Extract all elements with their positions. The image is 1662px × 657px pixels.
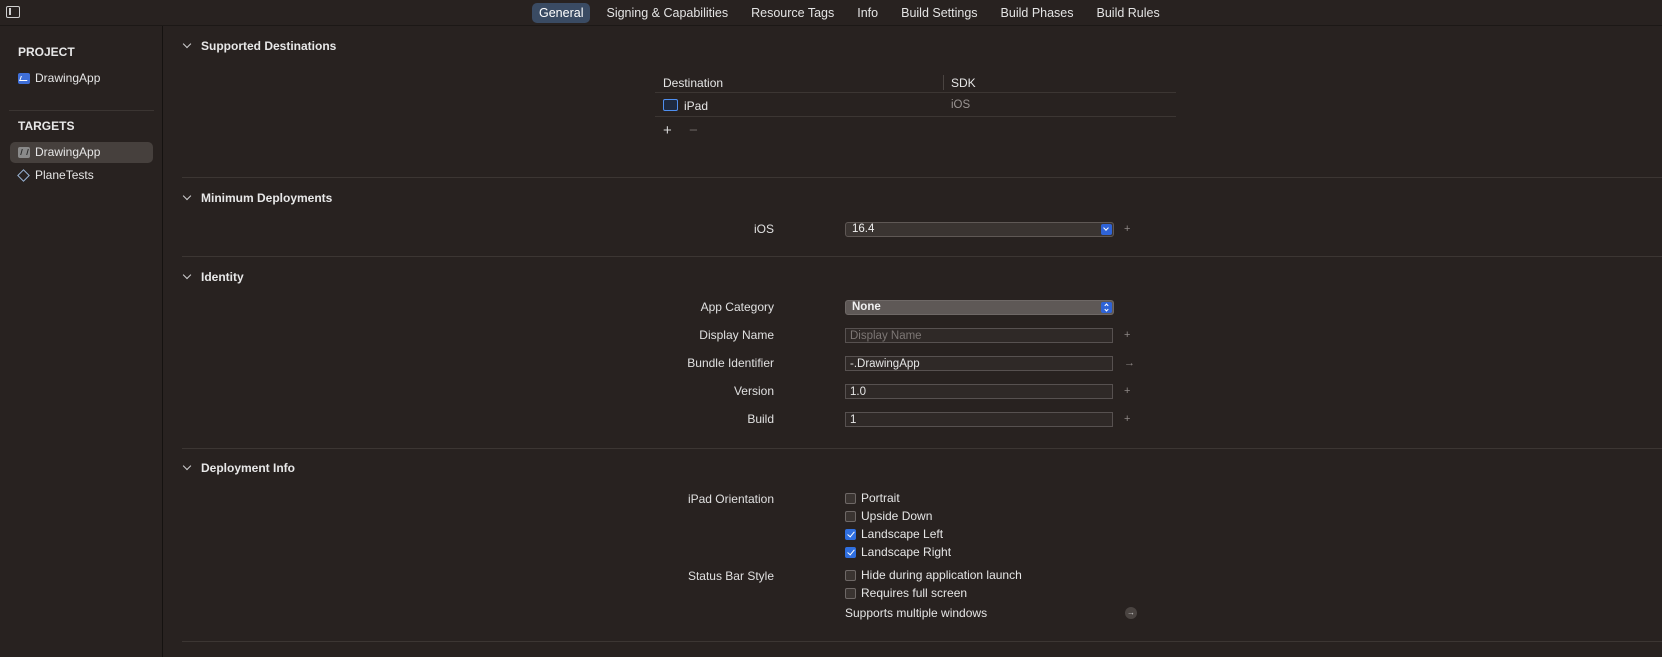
ios-label: iOS bbox=[753, 222, 774, 236]
app-target-icon bbox=[18, 147, 30, 158]
chevron-down-icon bbox=[182, 461, 192, 471]
tab-build-rules[interactable]: Build Rules bbox=[1090, 3, 1167, 23]
tab-signing-capabilities[interactable]: Signing & Capabilities bbox=[599, 3, 735, 23]
tab-info[interactable]: Info bbox=[850, 3, 885, 23]
display-name-field[interactable] bbox=[845, 328, 1113, 343]
add-destination-button[interactable]: + bbox=[663, 123, 672, 138]
checkbox[interactable] bbox=[845, 588, 856, 599]
editor-tab-bar: General Signing & Capabilities Resource … bbox=[0, 0, 1662, 26]
sdk-cell: iOS bbox=[951, 99, 971, 111]
requires-full-screen-checkbox[interactable]: Requires full screen bbox=[845, 587, 967, 601]
build-label: Build bbox=[747, 412, 774, 426]
supports-multiple-windows-label: Supports multiple windows bbox=[845, 606, 988, 620]
version-field[interactable] bbox=[845, 384, 1113, 399]
chevron-down-icon bbox=[182, 39, 192, 49]
checkbox[interactable] bbox=[845, 570, 856, 581]
section-identity[interactable]: Identity bbox=[182, 270, 244, 284]
app-category-value: None bbox=[852, 301, 881, 313]
chevron-down-icon bbox=[182, 191, 192, 201]
hide-during-launch-checkbox[interactable]: Hide during application launch bbox=[845, 569, 1022, 583]
sidebar-toggle-icon[interactable] bbox=[6, 6, 20, 18]
project-heading: PROJECT bbox=[18, 45, 75, 59]
app-category-label: App Category bbox=[700, 300, 774, 314]
sidebar-item-label: PlaneTests bbox=[35, 168, 94, 182]
add-icon[interactable]: + bbox=[1124, 413, 1130, 425]
section-title: Deployment Info bbox=[201, 461, 296, 475]
checkbox-label: Hide during application launch bbox=[861, 568, 1022, 582]
checkbox-label: Requires full screen bbox=[861, 586, 968, 600]
checkbox[interactable] bbox=[845, 529, 856, 540]
ipad-orientation-label: iPad Orientation bbox=[687, 492, 774, 506]
tab-build-phases[interactable]: Build Phases bbox=[994, 3, 1081, 23]
section-deployment-info[interactable]: Deployment Info bbox=[182, 461, 295, 475]
checkbox-label: Upside Down bbox=[861, 509, 933, 523]
targets-heading: TARGETS bbox=[18, 119, 75, 133]
project-navigator: PROJECT DrawingApp TARGETS DrawingApp Pl… bbox=[0, 26, 163, 657]
column-destination[interactable]: Destination bbox=[663, 76, 723, 90]
display-name-label: Display Name bbox=[699, 328, 774, 342]
column-divider bbox=[943, 75, 944, 90]
tab-resource-tags[interactable]: Resource Tags bbox=[744, 3, 841, 23]
checkbox-label: Portrait bbox=[861, 491, 900, 505]
sidebar-item-target-planetests[interactable]: PlaneTests bbox=[10, 165, 153, 186]
arrow-right-icon[interactable]: → bbox=[1124, 357, 1135, 369]
remove-destination-button[interactable]: − bbox=[689, 123, 698, 138]
destination-cell: iPad bbox=[684, 99, 709, 113]
test-target-icon bbox=[17, 169, 30, 182]
ios-version-value: 16.4 bbox=[852, 223, 875, 235]
chevron-down-icon[interactable] bbox=[1101, 224, 1112, 235]
checkbox[interactable] bbox=[845, 547, 856, 558]
orientation-portrait-checkbox[interactable]: Portrait bbox=[845, 492, 900, 506]
section-title: Minimum Deployments bbox=[201, 191, 333, 205]
sidebar-item-label: DrawingApp bbox=[35, 71, 101, 85]
sidebar-item-target-drawingapp[interactable]: DrawingApp bbox=[10, 142, 153, 163]
section-divider bbox=[182, 256, 1662, 257]
bundle-identifier-field[interactable] bbox=[845, 356, 1113, 371]
tab-general[interactable]: General bbox=[532, 3, 591, 23]
checkbox-label: Landscape Left bbox=[861, 527, 944, 541]
sidebar-item-label: DrawingApp bbox=[35, 145, 101, 159]
checkbox[interactable] bbox=[845, 511, 856, 522]
orientation-landscape-left-checkbox[interactable]: Landscape Left bbox=[845, 528, 943, 542]
ipad-icon bbox=[663, 99, 678, 111]
add-icon[interactable]: + bbox=[1124, 385, 1130, 397]
section-minimum-deployments[interactable]: Minimum Deployments bbox=[182, 191, 332, 205]
table-header: Destination SDK bbox=[655, 73, 1176, 93]
section-divider bbox=[182, 448, 1662, 449]
orientation-upside-down-checkbox[interactable]: Upside Down bbox=[845, 510, 932, 524]
navigate-arrow-icon[interactable]: → bbox=[1125, 607, 1137, 619]
destinations-table: Destination SDK iPad iOS + − bbox=[655, 73, 1176, 138]
section-title: Supported Destinations bbox=[201, 39, 337, 53]
editor-tabs: General Signing & Capabilities Resource … bbox=[532, 3, 1176, 23]
project-icon bbox=[18, 73, 30, 84]
sidebar-item-project-drawingapp[interactable]: DrawingApp bbox=[10, 68, 153, 89]
column-sdk[interactable]: SDK bbox=[951, 76, 976, 90]
section-divider bbox=[182, 641, 1662, 642]
status-bar-style-label: Status Bar Style bbox=[687, 569, 774, 583]
bundle-identifier-label: Bundle Identifier bbox=[687, 356, 774, 370]
chevron-down-icon bbox=[182, 270, 192, 280]
orientation-landscape-right-checkbox[interactable]: Landscape Right bbox=[845, 546, 951, 560]
tab-build-settings[interactable]: Build Settings bbox=[894, 3, 984, 23]
sidebar-divider bbox=[9, 110, 154, 111]
version-label: Version bbox=[733, 384, 774, 398]
add-deployment-icon[interactable]: + bbox=[1124, 223, 1130, 235]
add-icon[interactable]: + bbox=[1124, 329, 1130, 341]
section-supported-destinations[interactable]: Supported Destinations bbox=[182, 39, 336, 53]
section-title: Identity bbox=[201, 270, 244, 284]
checkbox-label: Landscape Right bbox=[861, 545, 952, 559]
build-field[interactable] bbox=[845, 412, 1113, 427]
general-settings-editor: Supported Destinations Destination SDK i… bbox=[164, 26, 1662, 657]
table-row[interactable]: iPad iOS bbox=[655, 93, 1176, 117]
updown-chevron-icon bbox=[1101, 302, 1112, 313]
app-category-popup[interactable]: None bbox=[845, 300, 1114, 315]
section-divider bbox=[182, 177, 1662, 178]
checkbox[interactable] bbox=[845, 493, 856, 504]
ios-version-combobox[interactable]: 16.4 bbox=[845, 222, 1114, 237]
